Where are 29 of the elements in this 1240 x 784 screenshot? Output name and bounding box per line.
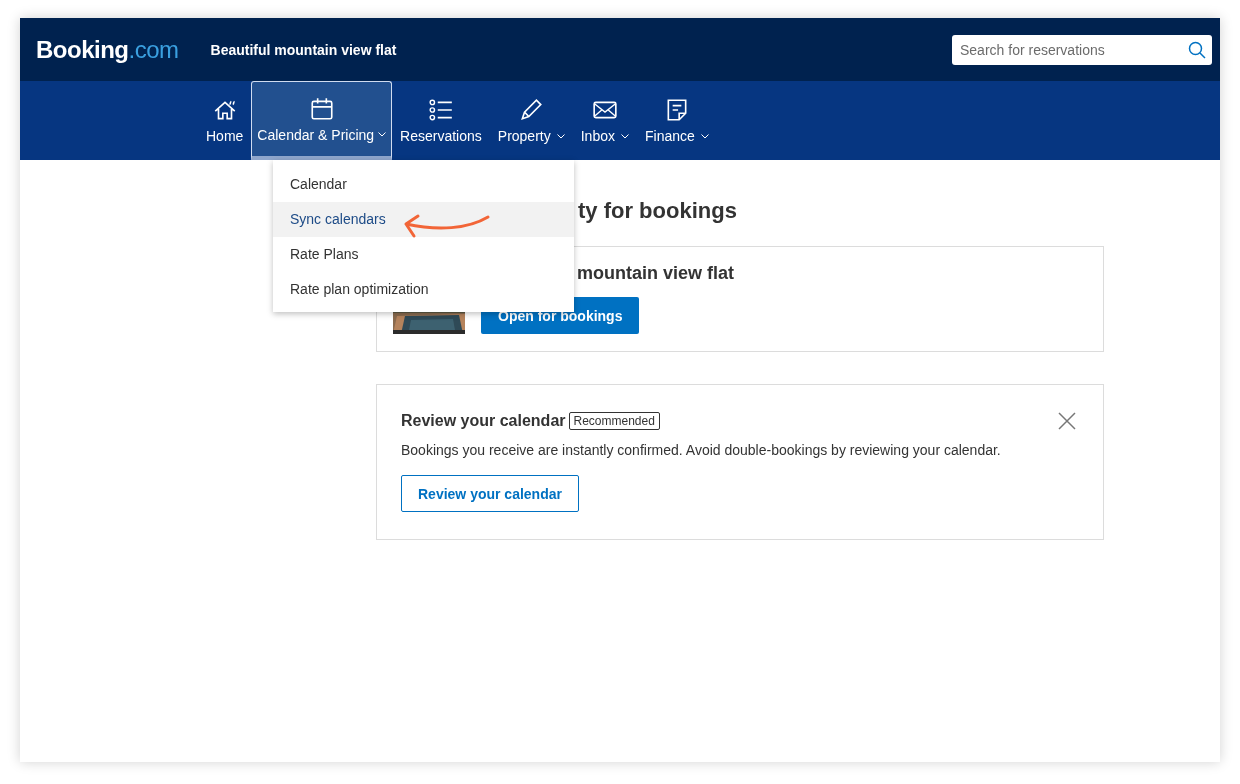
property-title: Beautiful mountain view flat (210, 41, 397, 58)
nav-tab[interactable]: Reservations (392, 81, 490, 160)
list-icon (427, 97, 454, 123)
menu-item[interactable]: Calendar (273, 167, 574, 202)
menu-item[interactable]: Sync calendars (273, 202, 574, 237)
search-icon[interactable] (1188, 40, 1206, 59)
nav-label: Home (206, 128, 244, 144)
nav-tab[interactable]: Finance (636, 81, 717, 160)
card-description: Bookings you receive are instantly confirmed. Avoid double-bookings by reviewing your calendar. (401, 442, 1002, 458)
pencil-icon (518, 97, 545, 123)
page-heading: ty for bookings (578, 198, 738, 225)
nav-tab[interactable]: Calendar & Pricing (251, 81, 393, 160)
menu-item[interactable]: Rate Plans (273, 237, 574, 272)
nav-label: Calendar & Pricing (257, 126, 375, 143)
nav-tab[interactable]: Inbox (572, 81, 637, 160)
card-title: Review your calendar (401, 412, 566, 430)
review-calendar-button[interactable]: Review your calendar (401, 475, 579, 512)
nav-label: Property (497, 128, 551, 144)
recommended-badge: Recommended (568, 412, 660, 430)
nav-tab[interactable]: Home (198, 81, 252, 160)
logo[interactable]: Booking.com (36, 35, 179, 64)
close-icon[interactable] (1058, 412, 1076, 430)
nav-tab[interactable]: Property (489, 81, 573, 160)
nav-label: Inbox (580, 128, 615, 144)
nav-label: Reservations (400, 128, 482, 144)
nav-label: Finance (644, 128, 695, 144)
property-name: mountain view flat (577, 263, 736, 284)
calendar-icon (308, 95, 335, 122)
search-field[interactable]: Search for reservations (952, 34, 1212, 65)
